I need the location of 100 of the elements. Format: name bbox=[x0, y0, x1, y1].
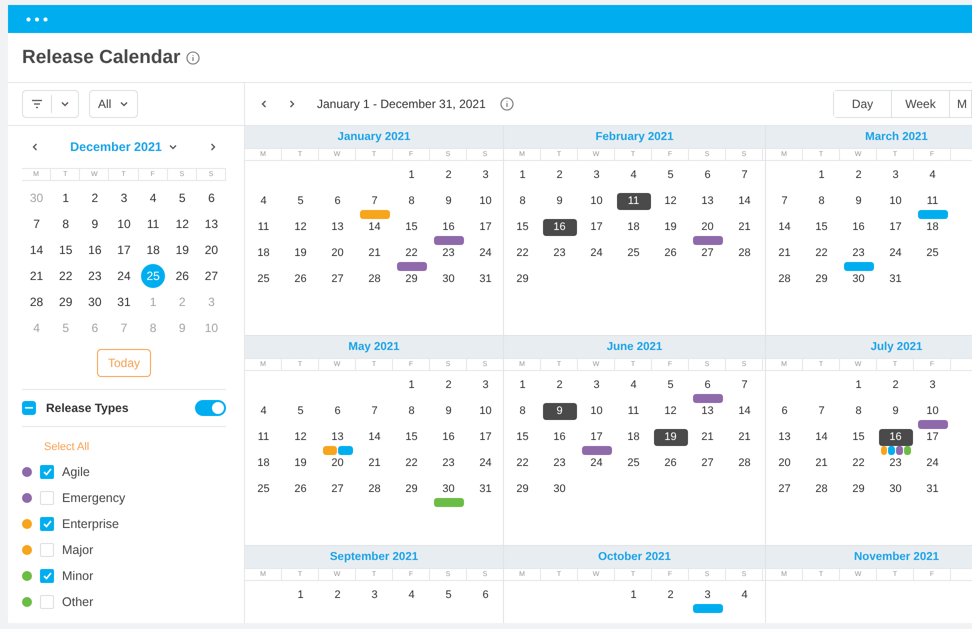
day-cell[interactable]: 14 bbox=[24, 238, 49, 262]
day-number[interactable]: 8 bbox=[506, 403, 540, 420]
day-number[interactable]: 1 bbox=[284, 587, 318, 604]
event-marker[interactable] bbox=[396, 262, 426, 271]
day-number[interactable]: 3 bbox=[580, 167, 614, 184]
event-marker[interactable] bbox=[322, 446, 337, 455]
day-number[interactable]: 11 bbox=[246, 429, 280, 446]
day-number[interactable]: 16 bbox=[878, 429, 912, 446]
event-marker[interactable] bbox=[880, 446, 888, 455]
day-number[interactable]: 8 bbox=[506, 193, 540, 210]
day-number[interactable]: 28 bbox=[804, 481, 838, 498]
event-marker[interactable] bbox=[918, 420, 948, 429]
day-number[interactable]: 13 bbox=[690, 403, 724, 420]
day-number[interactable]: 10 bbox=[916, 403, 950, 420]
day-number[interactable]: 2 bbox=[320, 587, 354, 604]
day-cell[interactable]: 22 bbox=[54, 264, 78, 288]
day-number[interactable]: 2 bbox=[432, 377, 466, 394]
day-number[interactable]: 6 bbox=[690, 167, 724, 184]
day-number[interactable]: 9 bbox=[878, 403, 912, 420]
day-number[interactable]: 15 bbox=[506, 429, 540, 446]
day-number[interactable]: 31 bbox=[468, 271, 502, 288]
day-number[interactable]: 2 bbox=[878, 377, 912, 394]
day-number[interactable]: 3 bbox=[690, 587, 724, 604]
day-number[interactable]: 21 bbox=[728, 429, 762, 446]
day-number[interactable]: 18 bbox=[616, 429, 650, 446]
day-number[interactable]: 15 bbox=[394, 219, 428, 236]
day-number[interactable]: 7 bbox=[728, 377, 762, 394]
day-number[interactable]: 28 bbox=[358, 271, 392, 288]
day-number[interactable]: 10 bbox=[878, 193, 912, 210]
day-cell[interactable]: 6 bbox=[199, 186, 224, 210]
day-number[interactable]: 17 bbox=[468, 429, 502, 446]
event-marker[interactable] bbox=[434, 236, 464, 245]
day-number[interactable]: 10 bbox=[468, 403, 502, 420]
day-number[interactable]: 11 bbox=[916, 193, 950, 210]
day-number[interactable]: 7 bbox=[728, 167, 762, 184]
day-number[interactable]: 21 bbox=[804, 455, 838, 472]
day-number[interactable]: 12 bbox=[284, 429, 318, 446]
day-cell[interactable]: 31 bbox=[112, 290, 136, 314]
day-number[interactable]: 7 bbox=[804, 403, 838, 420]
day-number[interactable]: 16 bbox=[432, 219, 466, 236]
day-number[interactable]: 12 bbox=[284, 219, 318, 236]
day-number[interactable]: 21 bbox=[358, 245, 392, 262]
day-number[interactable]: 4 bbox=[728, 587, 762, 604]
day-number[interactable]: 28 bbox=[768, 271, 802, 288]
day-number[interactable]: 1 bbox=[616, 587, 650, 604]
day-number[interactable]: 24 bbox=[468, 245, 502, 262]
day-cell[interactable]: 18 bbox=[141, 238, 166, 262]
day-number[interactable]: 6 bbox=[768, 403, 802, 420]
day-number[interactable]: 27 bbox=[768, 481, 802, 498]
day-number[interactable]: 31 bbox=[878, 271, 912, 288]
day-number[interactable]: 18 bbox=[916, 219, 950, 236]
day-number[interactable]: 29 bbox=[394, 271, 428, 288]
day-cell[interactable]: 27 bbox=[199, 264, 224, 288]
day-number[interactable]: 17 bbox=[580, 429, 614, 446]
day-number[interactable]: 21 bbox=[768, 245, 802, 262]
day-number[interactable]: 9 bbox=[542, 403, 576, 420]
day-cell[interactable]: 15 bbox=[54, 238, 78, 262]
day-number[interactable]: 19 bbox=[654, 429, 688, 446]
day-number[interactable]: 11 bbox=[616, 403, 650, 420]
day-number[interactable]: 14 bbox=[358, 219, 392, 236]
day-number[interactable]: 6 bbox=[690, 377, 724, 394]
more-icon[interactable] bbox=[26, 16, 48, 22]
day-number[interactable]: 29 bbox=[804, 271, 838, 288]
day-number[interactable]: 2 bbox=[432, 167, 466, 184]
day-number[interactable]: 8 bbox=[394, 193, 428, 210]
day-number[interactable]: 29 bbox=[842, 481, 876, 498]
checkbox[interactable] bbox=[40, 569, 54, 583]
day-number[interactable]: 2 bbox=[542, 167, 576, 184]
day-number[interactable]: 3 bbox=[358, 587, 392, 604]
day-number[interactable]: 10 bbox=[580, 193, 614, 210]
day-number[interactable]: 23 bbox=[432, 455, 466, 472]
day-number[interactable]: 4 bbox=[246, 403, 280, 420]
day-cell[interactable]: 7 bbox=[24, 212, 49, 236]
day-number[interactable]: 6 bbox=[320, 403, 354, 420]
day-cell[interactable]: 13 bbox=[199, 212, 224, 236]
day-number[interactable]: 1 bbox=[394, 377, 428, 394]
day-number[interactable]: 24 bbox=[468, 455, 502, 472]
day-number[interactable]: 2 bbox=[542, 377, 576, 394]
checkbox[interactable] bbox=[40, 517, 54, 531]
day-cell[interactable]: 16 bbox=[82, 238, 107, 262]
day-number[interactable]: 2 bbox=[654, 587, 688, 604]
day-number[interactable]: 6 bbox=[468, 587, 502, 604]
day-number[interactable]: 28 bbox=[728, 455, 762, 472]
day-number[interactable]: 7 bbox=[768, 193, 802, 210]
day-number[interactable]: 22 bbox=[394, 245, 428, 262]
day-cell[interactable]: 9 bbox=[82, 212, 107, 236]
day-number[interactable]: 21 bbox=[358, 455, 392, 472]
day-cell[interactable]: 2 bbox=[82, 186, 107, 210]
day-number[interactable]: 18 bbox=[616, 219, 650, 236]
day-number[interactable]: 25 bbox=[916, 245, 950, 262]
day-number[interactable]: 8 bbox=[394, 403, 428, 420]
day-number[interactable]: 10 bbox=[580, 403, 614, 420]
day-number[interactable]: 19 bbox=[284, 245, 318, 262]
event-marker[interactable] bbox=[904, 446, 910, 455]
day-number[interactable]: 3 bbox=[878, 167, 912, 184]
day-number[interactable]: 22 bbox=[506, 245, 540, 262]
day-number[interactable]: 11 bbox=[246, 219, 280, 236]
day-number[interactable]: 5 bbox=[284, 193, 318, 210]
day-number[interactable]: 26 bbox=[654, 245, 688, 262]
day-number[interactable]: 4 bbox=[394, 587, 428, 604]
